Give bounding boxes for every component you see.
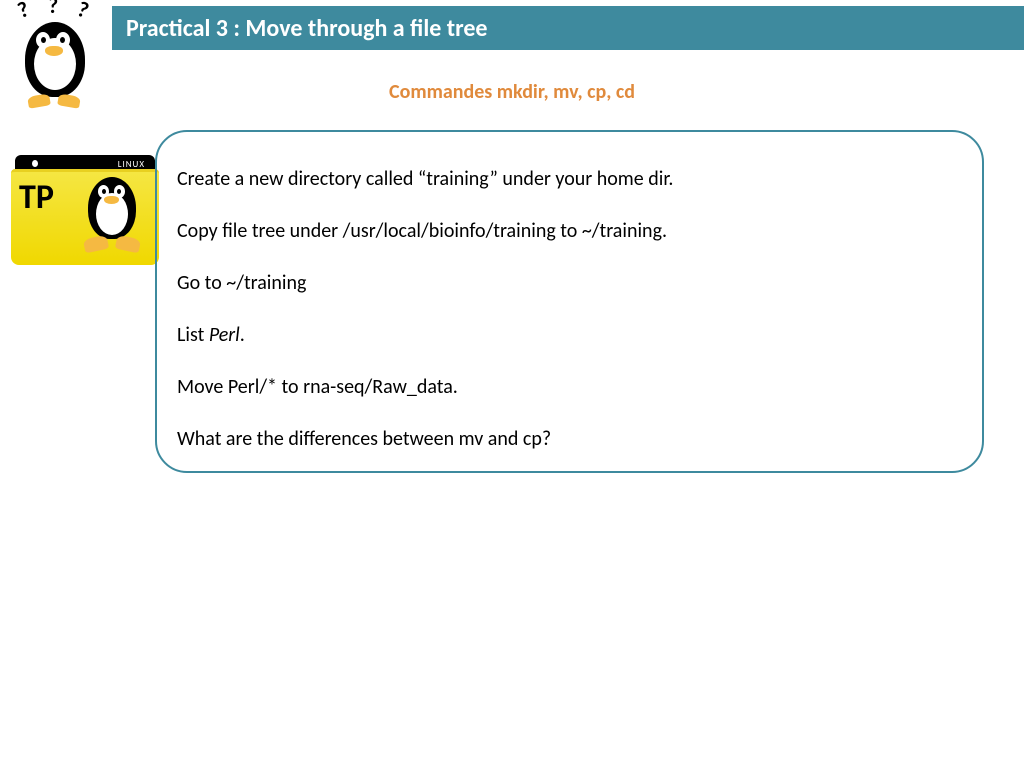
tux-mascot-icon: ? ? ? — [10, 0, 105, 115]
step-italic: Perl — [209, 323, 240, 347]
folder-tab-label: LINUX — [118, 159, 145, 170]
step-text: List Perl. — [177, 323, 962, 347]
instructions-box: Create a new directory called “training”… — [155, 130, 984, 473]
question-mark-icon: ? — [74, 0, 93, 24]
folder-label: TP — [19, 177, 54, 218]
tp-folder-icon: LINUX TP — [5, 155, 165, 265]
question-mark-icon: ? — [48, 0, 58, 19]
step-text: Copy file tree under /usr/local/bioinfo/… — [177, 219, 962, 243]
question-mark-icon: ? — [14, 0, 33, 24]
step-suffix: . — [240, 323, 245, 347]
step-prefix: List — [177, 323, 209, 347]
page-title: Practical 3 : Move through a file tree — [126, 14, 488, 43]
subtitle: Commandes mkdir, mv, cp, cd — [0, 80, 1024, 104]
step-text: Create a new directory called “training”… — [177, 167, 962, 191]
step-text: Go to ~/training — [177, 271, 962, 295]
folder-tux-icon — [80, 177, 145, 257]
header-bar: Practical 3 : Move through a file tree — [112, 6, 1024, 50]
mini-tux-icon — [29, 156, 41, 170]
step-text: Move Perl/* to rna-seq/Raw_data. — [177, 375, 962, 399]
step-text: What are the differences between mv and … — [177, 427, 962, 451]
